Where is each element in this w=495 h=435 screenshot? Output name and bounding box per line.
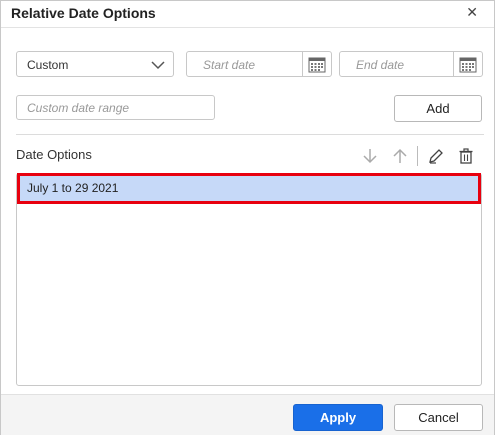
calendar-icon (308, 57, 326, 73)
calendar-icon (459, 57, 477, 73)
relative-date-options-dialog: Relative Date Options ✕ Custom Start dat… (0, 0, 495, 435)
custom-date-range-input[interactable]: Custom date range (16, 95, 215, 120)
close-icon[interactable]: ✕ (466, 4, 478, 21)
dialog-title: Relative Date Options (11, 5, 156, 21)
edit-icon[interactable] (427, 147, 445, 165)
custom-date-range-placeholder: Custom date range (27, 101, 130, 115)
toolbar-separator (417, 146, 418, 166)
date-options-list: July 1 to 29 2021 (16, 173, 482, 386)
start-date-calendar-button[interactable] (302, 52, 331, 76)
list-item[interactable]: July 1 to 29 2021 (17, 173, 481, 204)
dialog-header: Relative Date Options ✕ (1, 1, 494, 28)
list-item-label: July 1 to 29 2021 (27, 181, 119, 195)
date-type-select-value: Custom (27, 58, 69, 72)
chevron-down-icon (151, 61, 165, 70)
apply-button[interactable]: Apply (293, 404, 383, 431)
divider (16, 134, 484, 135)
date-type-select[interactable]: Custom (16, 51, 174, 77)
move-up-icon[interactable] (391, 147, 409, 165)
add-button[interactable]: Add (394, 95, 482, 122)
end-date-placeholder: End date (356, 58, 405, 72)
cancel-button[interactable]: Cancel (394, 404, 483, 431)
date-options-label: Date Options (16, 147, 92, 162)
end-date-calendar-button[interactable] (453, 52, 482, 76)
start-date-field[interactable]: Start date (186, 51, 332, 77)
end-date-field[interactable]: End date (339, 51, 483, 77)
start-date-placeholder: Start date (203, 58, 256, 72)
delete-icon[interactable] (457, 147, 475, 165)
move-down-icon[interactable] (361, 147, 379, 165)
